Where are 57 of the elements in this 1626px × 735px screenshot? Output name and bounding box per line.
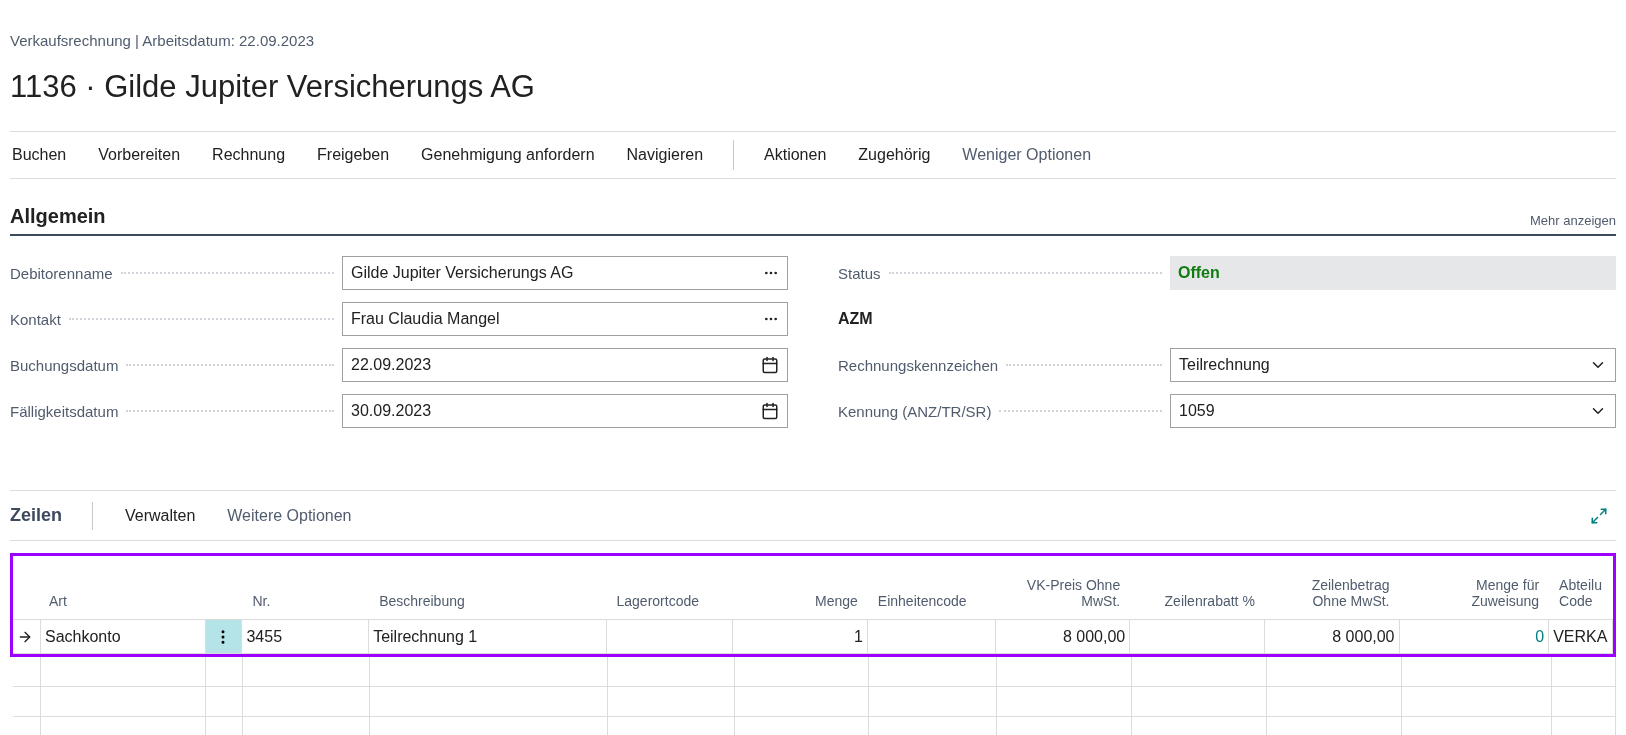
breadcrumb: Verkaufsrechnung | Arbeitsdatum: 22.09.2023 (10, 31, 316, 49)
action-menu[interactable]: Zugehörig (842, 137, 947, 173)
column-header[interactable]: Lagerortcode (606, 556, 734, 620)
field-label: Buchungsdatum (10, 356, 119, 374)
empty-table-cell (1552, 657, 1616, 687)
field-label: Fälligkeitsdatum (10, 402, 119, 420)
table-cell: 8 000,00 (995, 620, 1131, 654)
lines-action[interactable]: Verwalten (109, 506, 212, 525)
action-menu[interactable]: Buchen (10, 137, 83, 173)
empty-table-cell (13, 657, 41, 687)
lines-action[interactable]: Weitere Optionen (211, 506, 368, 525)
table-cell[interactable]: 0 (1399, 620, 1550, 654)
action-menu[interactable]: Vorbereiten (82, 137, 197, 173)
empty-table-cell (205, 687, 243, 717)
action-menu[interactable]: Freigeben (301, 137, 406, 173)
table-cell: Teilrechnung 1 (369, 620, 607, 654)
date-field[interactable]: 30.09.2023 (342, 394, 788, 428)
action-menu[interactable]: Genehmigung anfordern (405, 137, 611, 173)
action-menu[interactable]: Rechnung (196, 137, 302, 173)
action-menu[interactable]: Aktionen (748, 137, 843, 173)
field-label: Status (838, 264, 881, 282)
column-header[interactable]: Nr. (242, 556, 370, 620)
table-cell: Sachkonto (40, 620, 206, 654)
action-menu[interactable]: Navigieren (610, 137, 720, 173)
table-cell: 8 000,00 (1264, 620, 1400, 654)
section-title: Zeilen (10, 501, 93, 530)
lookup-field[interactable]: Frau Claudia Mangel (342, 302, 788, 336)
column-header[interactable]: Menge für Zuweisung (1399, 556, 1550, 620)
column-header[interactable]: Abteilu Code (1549, 556, 1613, 620)
status-value: Offen (1170, 256, 1616, 290)
dropdown-field[interactable]: Teilrechnung (1170, 348, 1616, 382)
fewer-options-button[interactable]: Weniger Optionen (946, 137, 1108, 173)
column-header[interactable]: Einheitencode (867, 556, 996, 620)
empty-table-cell (1552, 687, 1616, 717)
empty-table-cell (13, 687, 41, 717)
lookup-field[interactable]: Gilde Jupiter Versicherungs AG (342, 256, 788, 290)
date-field[interactable]: 22.09.2023 (342, 348, 788, 382)
field-label: Kennung (ANZ/TR/SR) (838, 402, 992, 420)
page-title: 1136 · Gilde Jupiter Versicherungs AG (10, 69, 536, 105)
empty-table-cell (205, 657, 243, 687)
column-header[interactable]: Zeilenbetrag Ohne MwSt. (1264, 556, 1400, 620)
group-heading: AZM (838, 309, 874, 329)
table-cell: 1 (733, 620, 868, 654)
table-cell: VERKA (1549, 620, 1613, 654)
section-title: Allgemein (10, 205, 106, 228)
calendar-icon[interactable] (761, 402, 779, 420)
calendar-icon[interactable] (761, 356, 779, 374)
dropdown-field[interactable]: 1059 (1170, 394, 1616, 428)
field-label: Rechnungskennzeichen (838, 356, 999, 374)
column-header[interactable]: Menge (733, 556, 868, 620)
field-label: Debitorenname (10, 264, 113, 282)
field-label: Kontakt (10, 310, 61, 328)
show-more-link[interactable]: Mehr anzeigen (1530, 213, 1616, 228)
column-header[interactable]: Beschreibung (369, 556, 607, 620)
table-cell: 3455 (242, 620, 370, 654)
column-header[interactable]: Zeilenrabatt % (1130, 556, 1265, 620)
column-header[interactable]: VK-Preis Ohne MwSt. (995, 556, 1131, 620)
